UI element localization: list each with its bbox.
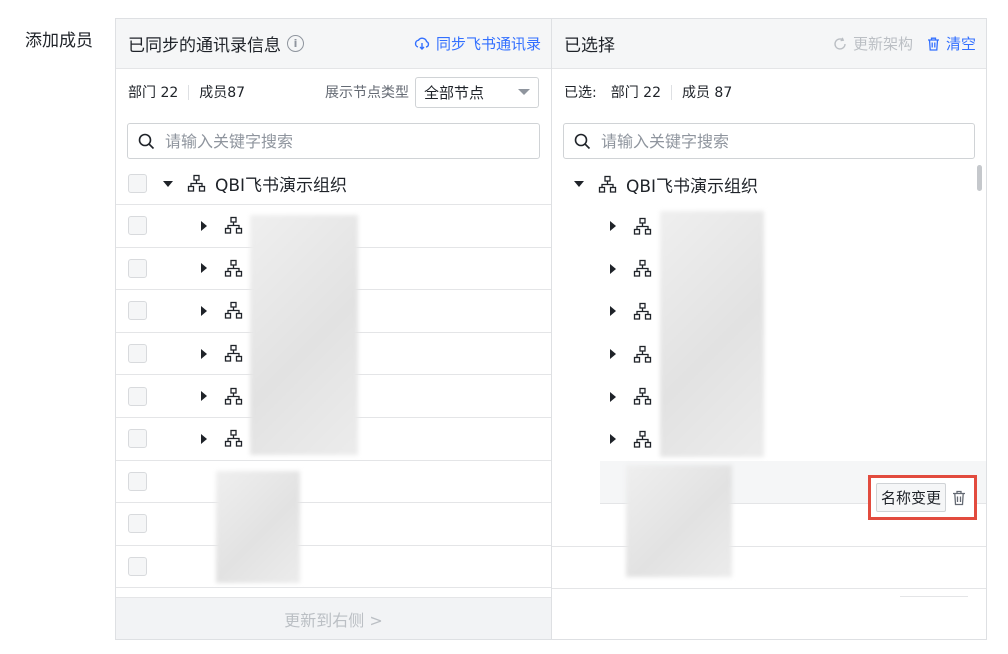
left-search-input[interactable] <box>163 130 529 152</box>
sync-feishu-contacts-button[interactable]: 同步飞书通讯录 <box>414 33 541 54</box>
right-search-box <box>563 123 975 159</box>
member-count: 成员87 <box>199 85 246 101</box>
search-icon <box>138 133 155 149</box>
right-search-input[interactable] <box>599 130 964 152</box>
checkbox[interactable] <box>128 386 147 406</box>
right-tree-root[interactable]: QBI飞书演示组织 <box>552 163 986 205</box>
divider <box>900 596 968 597</box>
checkbox[interactable] <box>128 258 147 278</box>
caret-right-icon[interactable] <box>201 263 207 274</box>
tree-row[interactable] <box>552 205 986 248</box>
caret-right-icon[interactable] <box>610 434 616 445</box>
rename-action-highlight: 名称变更 <box>868 475 977 520</box>
caret-down-icon[interactable] <box>574 181 584 187</box>
org-structure-icon <box>633 217 652 235</box>
trash-icon[interactable] <box>952 490 966 506</box>
update-structure-button[interactable]: 更新架构 <box>833 33 913 54</box>
org-structure-icon <box>224 217 243 234</box>
tree-row[interactable] <box>552 418 986 461</box>
divider <box>188 84 190 100</box>
checkbox[interactable] <box>128 216 147 236</box>
org-structure-icon <box>224 344 243 362</box>
caret-right-icon[interactable] <box>201 305 207 316</box>
org-structure-icon <box>187 174 206 192</box>
caret-right-icon[interactable] <box>610 221 616 232</box>
dept-count: 部门 22 <box>610 85 661 101</box>
synced-contacts-panel: 已同步的通讯录信息 i 同步飞书通讯录 部门 22 成员87 展示节点类型 全部… <box>115 18 552 640</box>
selected-label: 已选: <box>564 85 597 101</box>
update-to-right-button[interactable]: 更新到右侧 > <box>116 597 551 639</box>
clear-label: 清空 <box>945 35 976 53</box>
redacted-names <box>250 215 358 455</box>
tree-row[interactable] <box>552 290 986 333</box>
divider <box>552 546 986 547</box>
caret-right-icon[interactable] <box>610 263 616 274</box>
org-structure-icon <box>224 387 243 405</box>
tree-row[interactable] <box>552 375 986 418</box>
right-stats-row: 已选: 部门 22 成员 87 <box>552 69 986 115</box>
sync-feishu-contacts-label: 同步飞书通讯录 <box>435 35 541 53</box>
org-structure-icon <box>633 388 652 405</box>
chevron-down-icon <box>518 89 530 95</box>
left-panel-title: 已同步的通讯录信息 <box>128 36 281 56</box>
checkbox[interactable] <box>128 514 147 534</box>
redacted-names <box>216 471 300 583</box>
caret-right-icon[interactable] <box>201 391 207 402</box>
org-structure-icon <box>224 302 243 320</box>
checkbox[interactable] <box>128 301 147 321</box>
root-org-name: QBI飞书演示组织 <box>626 176 759 197</box>
node-type-label: 展示节点类型 <box>325 85 409 101</box>
selected-panel: 已选择 更新架构 清空 已选: 部门 22 成员 87 请输入关键字搜索 QBI… <box>551 18 987 640</box>
scrollbar-thumb[interactable] <box>977 165 982 191</box>
right-panel-title: 已选择 <box>564 36 615 56</box>
org-structure-icon <box>633 345 652 363</box>
left-search-box <box>127 123 540 159</box>
search-icon <box>574 133 591 149</box>
trash-icon <box>927 37 939 51</box>
divider <box>552 588 986 589</box>
caret-right-icon[interactable] <box>201 220 207 231</box>
org-structure-icon <box>633 430 652 448</box>
caret-right-icon[interactable] <box>201 348 207 359</box>
divider <box>670 84 672 100</box>
clear-button[interactable]: 清空 <box>927 33 976 54</box>
checkbox[interactable] <box>128 344 147 364</box>
member-row[interactable] <box>116 546 551 589</box>
caret-right-icon[interactable] <box>610 391 616 402</box>
member-row[interactable] <box>116 503 551 546</box>
checkbox[interactable] <box>128 471 147 491</box>
left-tree-root[interactable]: QBI飞书演示组织 <box>116 163 551 205</box>
org-structure-icon <box>633 302 652 320</box>
checkbox[interactable] <box>128 557 147 577</box>
refresh-icon <box>834 37 846 50</box>
caret-right-icon[interactable] <box>610 306 616 317</box>
caret-down-icon[interactable] <box>163 180 173 187</box>
node-type-value: 全部节点 <box>424 83 485 102</box>
org-structure-icon <box>224 430 243 447</box>
right-panel-header: 已选择 更新架构 清空 <box>552 19 986 69</box>
redacted-names <box>626 465 732 577</box>
org-structure-icon <box>224 259 243 277</box>
rename-change-button[interactable]: 名称变更 <box>876 483 947 512</box>
member-count: 成员 87 <box>681 85 733 101</box>
info-circle-icon[interactable]: i <box>287 35 304 52</box>
left-panel-header: 已同步的通讯录信息 i 同步飞书通讯录 <box>116 19 551 69</box>
caret-right-icon[interactable] <box>201 433 207 444</box>
redacted-names <box>660 211 764 457</box>
tree-row[interactable] <box>552 248 986 291</box>
cloud-sync-icon <box>414 37 430 50</box>
field-label: 添加成员 <box>25 31 93 51</box>
checkbox[interactable] <box>128 429 147 449</box>
org-structure-icon <box>598 175 617 193</box>
caret-right-icon[interactable] <box>610 349 616 360</box>
root-org-name: QBI飞书演示组织 <box>215 176 348 196</box>
node-type-select[interactable]: 全部节点 <box>415 76 539 108</box>
member-row[interactable] <box>116 461 551 504</box>
update-structure-label: 更新架构 <box>852 35 913 53</box>
dept-count: 部门 22 <box>128 85 179 101</box>
tree-row[interactable] <box>552 333 986 376</box>
org-structure-icon <box>633 260 652 278</box>
checkbox[interactable] <box>128 174 147 193</box>
left-stats-row: 部门 22 成员87 展示节点类型 全部节点 <box>116 69 551 115</box>
